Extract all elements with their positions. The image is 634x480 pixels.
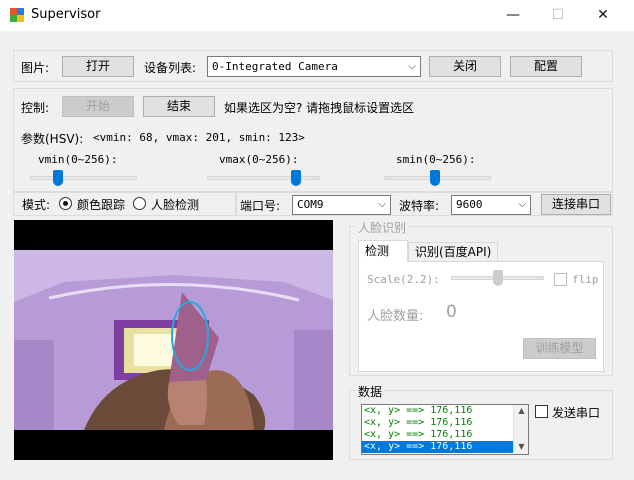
image-label: 图片: <box>21 61 50 75</box>
face-count-value: 0 <box>446 302 457 322</box>
data-listbox[interactable]: <x, y> ==> 176,116 <x, y> ==> 176,116 <x… <box>361 404 529 455</box>
vmax-label: vmax(0~256): <box>219 153 299 166</box>
control-label: 控制: <box>21 101 50 115</box>
camera-preview[interactable] <box>14 220 333 460</box>
data-group-label: 数据 <box>356 383 385 400</box>
list-item[interactable]: <x, y> ==> 176,116 <box>362 405 528 417</box>
list-item[interactable]: <x, y> ==> 176,116 <box>362 417 528 429</box>
maximize-button[interactable]: ☐ <box>535 0 581 31</box>
chevron-down-icon: ⌵ <box>378 199 386 210</box>
params-values: <vmin: 68, vmax: 201, smin: 123> <box>93 131 305 144</box>
close-window-button[interactable]: ✕ <box>580 0 626 31</box>
scroll-down-icon[interactable]: ▼ <box>514 442 528 451</box>
list-item[interactable]: <x, y> ==> 176,116 <box>362 429 528 441</box>
tab-detect[interactable]: 检测 <box>358 240 408 262</box>
vmax-slider-track[interactable] <box>207 176 320 180</box>
minimize-button[interactable]: — <box>490 0 536 31</box>
open-button[interactable]: 打开 <box>62 56 134 77</box>
face-group-label: 人脸识别 <box>356 219 409 236</box>
close-camera-button[interactable]: 关闭 <box>429 56 501 77</box>
face-detect-radio[interactable] <box>133 197 146 210</box>
face-detect-label[interactable]: 人脸检测 <box>151 196 199 213</box>
send-serial-checkbox[interactable] <box>535 405 548 418</box>
chevron-down-icon: ⌵ <box>408 61 416 72</box>
port-select-value: COM9 <box>297 198 324 211</box>
chevron-down-icon: ⌵ <box>518 199 526 210</box>
app-icon <box>10 8 24 22</box>
tab-identify[interactable]: 识别(百度API) <box>408 242 499 262</box>
scroll-up-icon[interactable]: ▲ <box>514 406 528 415</box>
baud-label: 波特率: <box>399 199 440 213</box>
params-label: 参数(HSV): <box>21 132 84 146</box>
smin-label: smin(0~256): <box>396 153 476 166</box>
device-list-label: 设备列表: <box>144 61 197 75</box>
port-label: 端口号: <box>240 199 281 213</box>
baud-select-value: 9600 <box>456 198 483 211</box>
send-serial-label: 发送串口 <box>552 406 601 420</box>
device-select[interactable]: 0-Integrated Camera ⌵ <box>207 56 421 77</box>
window-title: Supervisor <box>31 7 101 22</box>
color-tracking-label[interactable]: 颜色跟踪 <box>77 196 125 213</box>
scale-label: Scale(2.2): <box>367 273 440 286</box>
connect-serial-button[interactable]: 连接串口 <box>541 194 611 215</box>
port-select[interactable]: COM9 ⌵ <box>292 195 391 215</box>
face-count-label: 人脸数量: <box>367 309 424 324</box>
selection-hint: 如果选区为空? 请拖拽鼠标设置选区 <box>224 101 415 115</box>
list-item[interactable]: <x, y> ==> 176,116 <box>362 441 528 453</box>
flip-checkbox[interactable] <box>554 273 567 286</box>
device-select-value: 0-Integrated Camera <box>212 60 338 73</box>
vmin-slider-track[interactable] <box>30 176 137 180</box>
scale-slider-thumb[interactable] <box>492 270 503 286</box>
title-bar: Supervisor — ☐ ✕ <box>0 0 634 31</box>
flip-label: flip <box>572 273 599 286</box>
vmin-slider-thumb[interactable] <box>53 170 64 186</box>
train-model-button[interactable]: 训练模型 <box>523 338 596 359</box>
end-button[interactable]: 结束 <box>143 96 215 117</box>
vmin-label: vmin(0~256): <box>38 153 118 166</box>
vmax-slider-thumb[interactable] <box>290 170 301 186</box>
list-scrollbar[interactable]: ▲ ▼ <box>513 405 528 454</box>
color-tracking-radio[interactable] <box>59 197 72 210</box>
config-button[interactable]: 配置 <box>510 56 582 77</box>
smin-slider-thumb[interactable] <box>430 170 441 186</box>
baud-select[interactable]: 9600 ⌵ <box>451 195 531 215</box>
mode-label: 模式: <box>22 198 51 212</box>
start-button[interactable]: 开始 <box>62 96 134 117</box>
camera-frame-image <box>14 220 333 460</box>
